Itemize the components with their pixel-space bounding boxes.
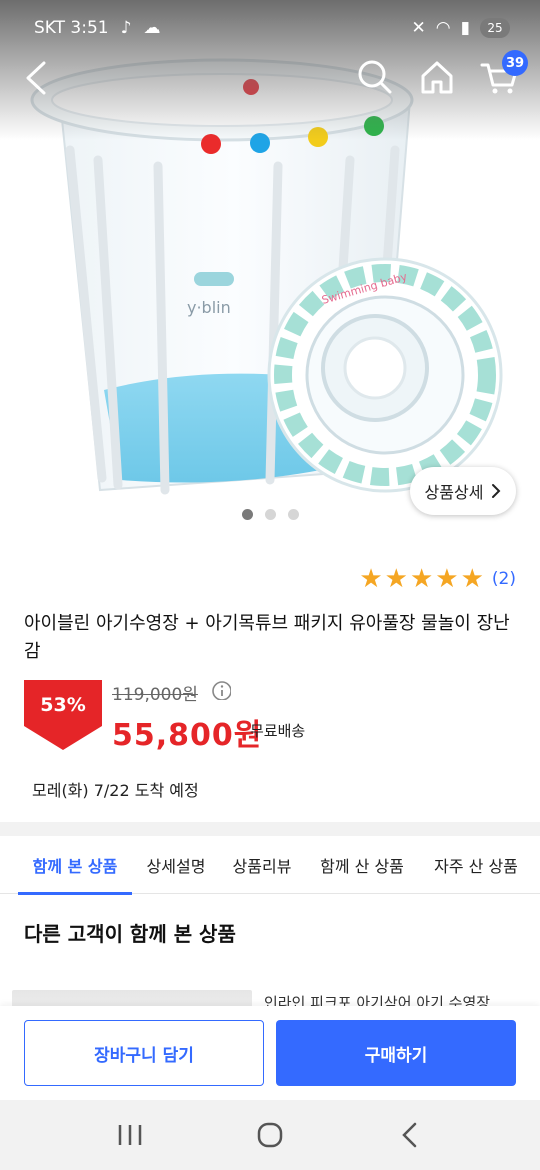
delivery-estimate: 모레(화) 7/22 도착 예정: [32, 781, 199, 800]
tab-bought-together[interactable]: 함께 산 상품: [314, 836, 410, 894]
tab-viewed-together[interactable]: 함께 본 상품: [18, 836, 132, 895]
tab-frequently-bought[interactable]: 자주 산 상품: [432, 836, 520, 894]
recent-apps-icon: [118, 1125, 142, 1145]
recent-apps-button[interactable]: [105, 1115, 155, 1155]
chevron-right-icon: [492, 484, 501, 498]
mute-icon: ✕: [411, 18, 426, 38]
tab-description[interactable]: 상세설명: [144, 836, 208, 894]
product-detail-label: 상품상세: [424, 483, 484, 502]
discount-rate: 53%: [40, 694, 86, 716]
detail-tabs: 함께 본 상품 상세설명 상품리뷰 함께 산 상품 자주 산 상품: [0, 836, 540, 895]
carrier-time: SKT 3:51: [34, 18, 109, 38]
home-icon: [421, 61, 453, 94]
star-icon: ★: [359, 564, 383, 594]
product-title: 아이블린 아기수영장 + 아기목튜브 패키지 유아풀장 물놀이 장난감: [24, 613, 510, 662]
star-icon: ★: [435, 564, 459, 594]
notification-icon: ♪: [120, 18, 132, 38]
buy-now-button[interactable]: 구매하기: [276, 1020, 516, 1086]
back-arrow-icon: [26, 61, 46, 95]
battery-indicator: 25: [480, 18, 510, 38]
back-nav-button[interactable]: [385, 1115, 435, 1155]
top-nav-actions: 39: [354, 50, 528, 98]
add-to-cart-button[interactable]: 장바구니 담기: [24, 1020, 264, 1086]
back-nav-icon: [402, 1122, 417, 1148]
status-bar: SKT 3:51 ♪ ☁ ✕ ◠ ▮ 25: [0, 0, 540, 56]
shipping-label: 무료배송: [250, 722, 306, 740]
carousel-dot[interactable]: [241, 509, 253, 520]
home-nav-button[interactable]: [245, 1115, 295, 1155]
product-detail-button[interactable]: 상품상세: [410, 467, 516, 515]
carousel-dot[interactable]: [287, 509, 299, 520]
section-divider: [0, 822, 540, 836]
carousel-indicator: [0, 509, 540, 520]
back-button[interactable]: [14, 56, 58, 100]
purchase-bar: 장바구니 담기 구매하기: [0, 1006, 540, 1100]
cloud-icon: ☁: [143, 18, 161, 38]
rating-summary[interactable]: ★ ★ ★ ★ ★ (2): [359, 566, 516, 592]
signal-icon: ▮: [460, 18, 470, 38]
review-count[interactable]: (2): [492, 569, 516, 589]
search-icon: [358, 60, 392, 94]
pool-logo: y·blin: [187, 298, 231, 317]
search-button[interactable]: [354, 56, 396, 98]
price-section: 53% 119,000원 55,800원 무료배송: [24, 678, 524, 758]
info-icon[interactable]: [211, 680, 231, 700]
discount-badge: 53%: [24, 680, 102, 750]
home-circle-icon: [257, 1122, 283, 1148]
star-icon: ★: [460, 564, 484, 594]
tab-reviews[interactable]: 상품리뷰: [232, 836, 292, 894]
home-button[interactable]: [416, 56, 458, 98]
star-icon: ★: [384, 564, 408, 594]
wifi-icon: ◠: [435, 18, 451, 38]
original-price: 119,000원: [112, 685, 198, 705]
sale-price: 55,800원: [112, 718, 263, 753]
product-image-carousel[interactable]: y·blin Swimming baby 39 상품상세: [0, 0, 540, 545]
cart-button[interactable]: 39: [478, 50, 528, 98]
star-icon: ★: [409, 564, 434, 594]
system-navigation-bar: [0, 1100, 540, 1170]
carousel-dot[interactable]: [264, 509, 276, 520]
section-title: 다른 고객이 함께 본 상품: [24, 922, 236, 946]
